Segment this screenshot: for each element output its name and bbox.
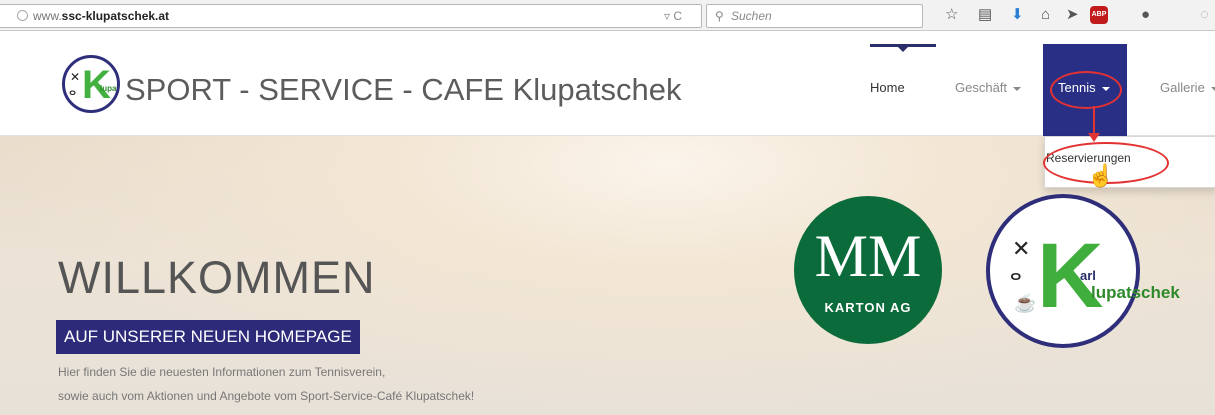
site-logo[interactable]: ✕ ⴰ K lupatschek bbox=[62, 55, 120, 113]
search-icon: ⚲ bbox=[715, 9, 724, 23]
annotation-arrow-head bbox=[1088, 133, 1100, 142]
url-prefix: www. bbox=[33, 9, 62, 23]
nav-indicator-arrow bbox=[897, 46, 909, 52]
adblock-icon[interactable]: ABP bbox=[1090, 6, 1108, 24]
annotation-circle bbox=[1050, 71, 1122, 109]
tools-icon: ✕ bbox=[1012, 236, 1031, 261]
url-domain: ssc-klupatschek.at bbox=[61, 9, 170, 23]
nav-gallerie-label: Gallerie bbox=[1160, 80, 1205, 95]
search-input[interactable]: Suchen bbox=[731, 8, 772, 24]
logo-karl: arl bbox=[1080, 268, 1096, 283]
send-icon[interactable]: ➤ bbox=[1066, 7, 1079, 23]
download-icon[interactable]: ⬇ bbox=[1011, 7, 1024, 23]
site-title[interactable]: SPORT - SERVICE - CAFE Klupatschek bbox=[125, 70, 681, 110]
hero-subtitle: AUF UNSERER NEUEN HOMEPAGE bbox=[64, 327, 352, 346]
hero-description-line: Hier finden Sie die neuesten Information… bbox=[58, 365, 386, 379]
hero-heading: WILLKOMMEN bbox=[58, 252, 376, 303]
mm-logo-text: KARTON AG bbox=[824, 300, 912, 315]
globe-icon bbox=[17, 10, 28, 21]
klupatschek-logo: ✕ ⴰ ☕ K arl lupatschek bbox=[986, 194, 1180, 348]
reading-list-icon[interactable]: ▤ bbox=[978, 7, 992, 23]
nav-home-label: Home bbox=[870, 80, 905, 95]
reload-icon[interactable]: ▿ C bbox=[664, 8, 682, 24]
hand-cursor-icon: ☝ bbox=[1087, 163, 1115, 188]
nav-item-gallerie[interactable]: Gallerie bbox=[1160, 80, 1215, 95]
hero-description-line: sowie auch vom Aktionen und Angebote vom… bbox=[58, 389, 475, 403]
browser-toolbar: www.ssc-klupatschek.at ▿ C ⚲ Suchen ☆ ▤ … bbox=[0, 0, 1215, 31]
tools-icon: ✕ bbox=[70, 70, 81, 84]
search-box[interactable]: ⚲ Suchen bbox=[706, 4, 923, 28]
nav-geschaeft-label: Geschäft bbox=[955, 80, 1008, 95]
logo-name: lupatschek bbox=[1091, 283, 1180, 302]
bike-icon: ⴰ bbox=[1010, 264, 1022, 284]
bookmark-star-icon[interactable]: ☆ bbox=[945, 7, 958, 23]
chat-icon[interactable]: ● bbox=[1141, 7, 1150, 23]
bike-icon: ⴰ bbox=[69, 86, 77, 98]
nav-item-home[interactable]: Home bbox=[870, 80, 905, 95]
home-icon[interactable]: ⌂ bbox=[1041, 7, 1050, 23]
nav-item-geschaeft[interactable]: Geschäft bbox=[955, 80, 1022, 95]
hero-subtitle-box: AUF UNSERER NEUEN HOMEPAGE bbox=[56, 320, 360, 354]
mm-karton-logo: MM KARTON AG bbox=[794, 196, 942, 344]
coffee-icon: ☕ bbox=[1014, 293, 1037, 313]
mm-logo-letters: MM bbox=[814, 223, 922, 289]
extension-icon[interactable]: ◌ bbox=[1200, 7, 1209, 23]
logo-name: lupatschek bbox=[100, 84, 120, 93]
address-bar[interactable]: www.ssc-klupatschek.at ▿ C bbox=[0, 4, 702, 28]
url-text[interactable]: www.ssc-klupatschek.at bbox=[33, 8, 169, 24]
chevron-down-icon bbox=[1013, 86, 1022, 91]
chevron-down-icon bbox=[1210, 86, 1215, 91]
